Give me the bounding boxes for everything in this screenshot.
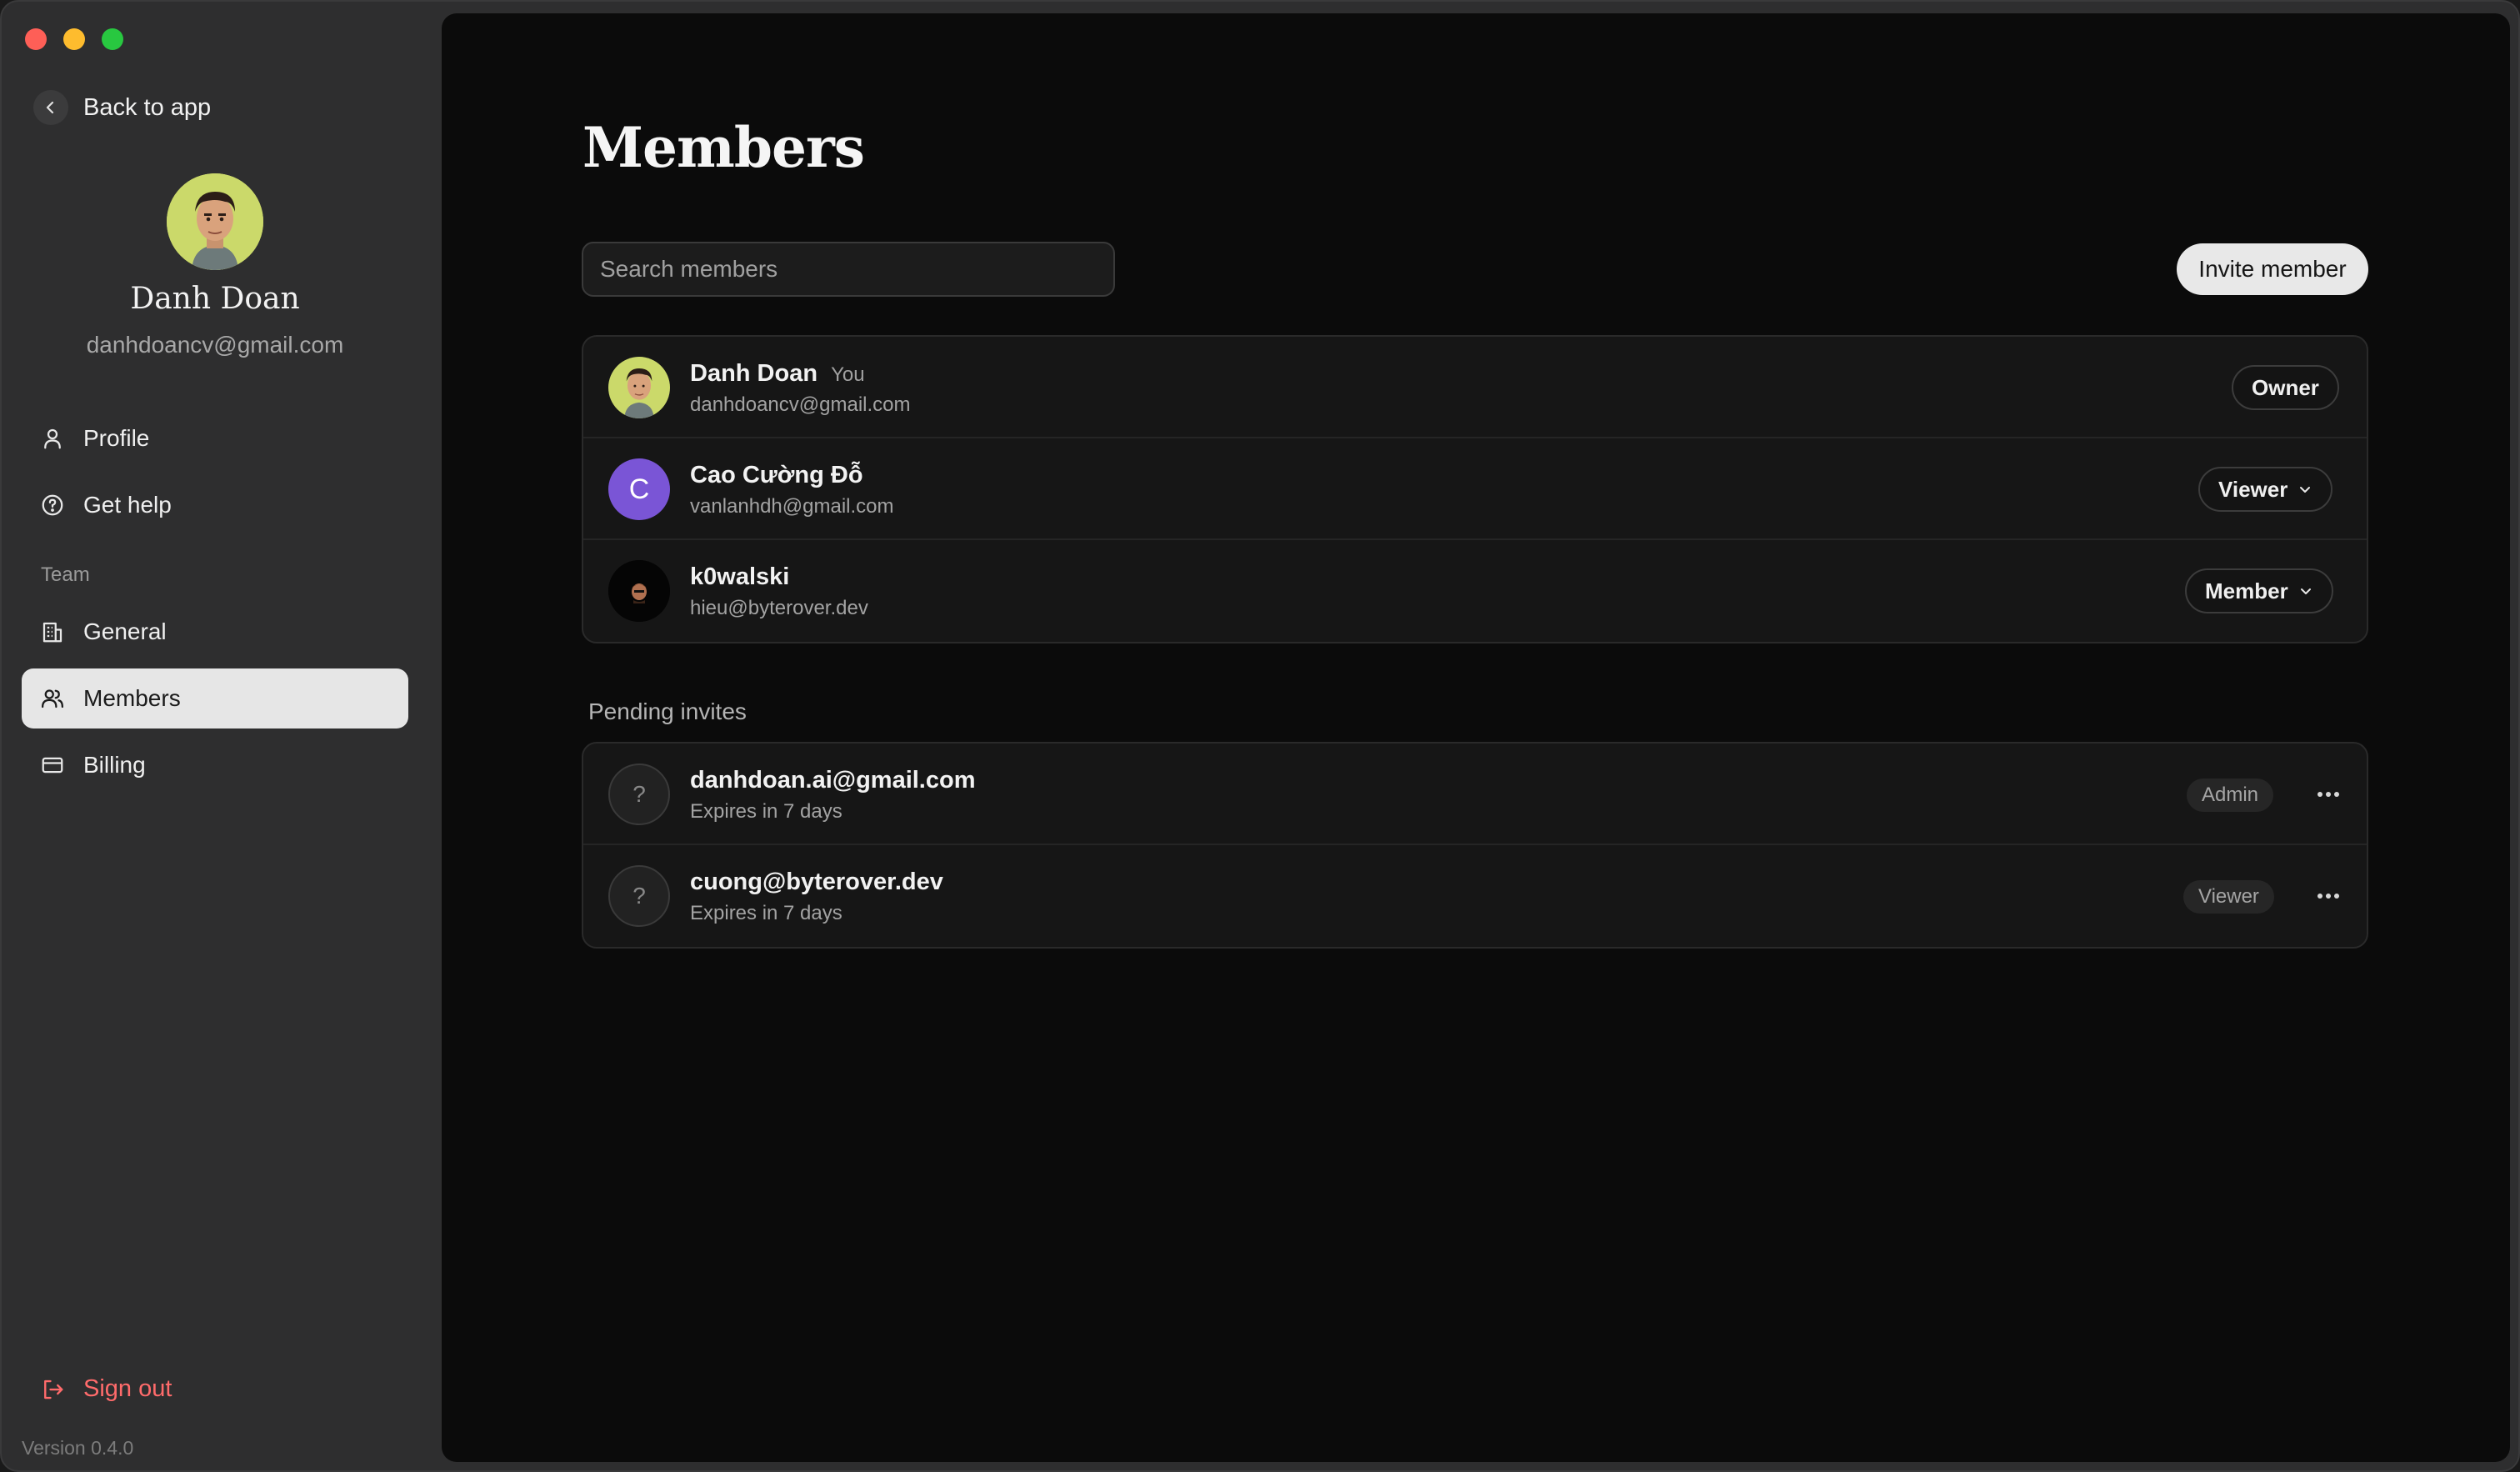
help-circle-icon: [42, 494, 63, 516]
sidebar-item-members[interactable]: Members: [22, 668, 408, 728]
sidebar-item-label: General: [83, 618, 167, 644]
sign-out-label: Sign out: [83, 1375, 172, 1402]
member-email: hieu@byterover.dev: [690, 597, 868, 619]
sidebar-item-label: Profile: [83, 425, 150, 451]
main-panel: Members Invite member: [442, 13, 2510, 1462]
member-email: vanlanhdh@gmail.com: [690, 495, 894, 518]
profile-avatar: [167, 173, 263, 270]
role-select-viewer[interactable]: Viewer: [2198, 467, 2333, 512]
back-to-app-link[interactable]: Back to app: [33, 90, 211, 125]
pending-invite-row: ? cuong@byterover.dev Expires in 7 days …: [583, 845, 2367, 947]
member-name-text: k0walski: [690, 563, 790, 590]
version-label: Version 0.4.0: [22, 1437, 134, 1459]
sidebar-item-label: Get help: [83, 492, 172, 518]
member-avatar: [608, 357, 670, 418]
role-label: Member: [2205, 578, 2288, 603]
member-row: Danh Doan You danhdoancv@gmail.com Owner: [583, 337, 2367, 438]
chevron-down-icon: [2300, 487, 2311, 493]
role-select-member[interactable]: Member: [2185, 568, 2333, 613]
invite-expiry: Expires in 7 days: [690, 902, 842, 924]
pending-invites-heading: Pending invites: [588, 698, 747, 724]
invite-member-button[interactable]: Invite member: [2177, 243, 2368, 295]
role-label: Owner: [2252, 374, 2319, 400]
sidebar-item-label: Members: [83, 685, 181, 711]
invite-email-text: cuong@byterover.dev: [690, 869, 943, 895]
sign-out-icon: [44, 1379, 63, 1399]
more-options-button[interactable]: [2312, 780, 2345, 809]
unknown-user-icon: ?: [608, 764, 670, 825]
more-horizontal-icon: [2318, 792, 2339, 797]
user-icon: [44, 428, 61, 449]
pending-invite-row: ? danhdoan.ai@gmail.com Expires in 7 day…: [583, 744, 2367, 845]
invite-expiry: Expires in 7 days: [690, 800, 842, 823]
building-icon: [42, 622, 62, 643]
sidebar-item-profile[interactable]: Profile: [22, 408, 408, 468]
member-name-text: Danh Doan: [690, 360, 818, 387]
sidebar: Back to app Danh Doan danhdoancv@gmail.c…: [2, 2, 440, 1470]
members-list: Danh Doan You danhdoancv@gmail.com Owner…: [582, 335, 2368, 643]
member-name: k0walski: [690, 563, 789, 591]
team-section-label: Team: [41, 563, 90, 586]
app-window: Back to app Danh Doan danhdoancv@gmail.c…: [0, 0, 2520, 1472]
invite-email: cuong@byterover.dev: [690, 869, 943, 896]
sidebar-item-get-help[interactable]: Get help: [22, 475, 408, 535]
member-row: C Cao Cường Đỗ vanlanhdh@gmail.com Viewe…: [583, 438, 2367, 540]
role-label: Viewer: [2218, 476, 2288, 502]
invite-role-badge: Viewer: [2183, 880, 2274, 914]
member-avatar: [608, 560, 670, 622]
invite-email: danhdoan.ai@gmail.com: [690, 767, 976, 794]
sidebar-item-billing[interactable]: Billing: [22, 735, 408, 795]
search-members-input[interactable]: [582, 242, 1115, 297]
more-options-button[interactable]: [2312, 882, 2345, 910]
pending-invites-list: ? danhdoan.ai@gmail.com Expires in 7 day…: [582, 742, 2368, 949]
member-name: Cao Cường Đỗ: [690, 462, 863, 489]
users-icon: [42, 689, 63, 708]
member-avatar: C: [608, 458, 670, 520]
profile-name: Danh Doan: [130, 282, 300, 316]
back-to-app-label: Back to app: [83, 93, 212, 121]
invite-role-badge: Admin: [2187, 779, 2274, 812]
profile-email: danhdoancv@gmail.com: [86, 332, 344, 358]
sign-out-button[interactable]: Sign out: [40, 1375, 172, 1403]
sidebar-item-label: Billing: [83, 752, 146, 778]
invite-email-text: danhdoan.ai@gmail.com: [690, 767, 976, 794]
role-badge-owner: Owner: [2232, 365, 2339, 410]
chevron-down-icon: [2300, 588, 2311, 594]
more-horizontal-icon: [2318, 894, 2339, 899]
sidebar-item-general[interactable]: General: [22, 602, 408, 662]
page-title: Members: [582, 115, 865, 180]
member-name: Danh Doan You: [690, 360, 865, 388]
member-email: danhdoancv@gmail.com: [690, 393, 911, 416]
member-row: k0walski hieu@byterover.dev Member: [583, 540, 2367, 642]
member-name-text: Cao Cường Đỗ: [690, 462, 863, 488]
unknown-user-icon: ?: [608, 865, 670, 927]
credit-card-icon: [42, 757, 63, 774]
you-tag: You: [831, 363, 865, 386]
chevron-left-icon: [33, 90, 68, 125]
